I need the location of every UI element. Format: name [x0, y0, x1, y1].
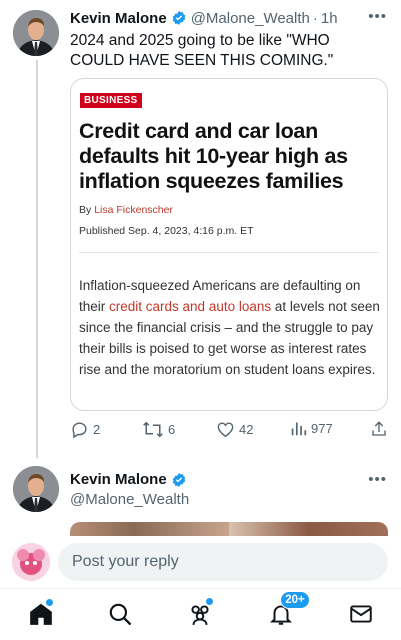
communities-unread-dot: [206, 598, 213, 605]
retweet-button[interactable]: 6: [142, 420, 175, 439]
home-unread-dot: [46, 599, 53, 606]
share-icon: [372, 421, 386, 436]
retweet-count: 6: [168, 422, 176, 437]
thread-connector-line: [36, 60, 38, 458]
byline-author: Lisa Fickenscher: [94, 204, 173, 216]
messages-envelope-icon: [350, 605, 372, 623]
article-excerpt: Inflation-squeezed Americans are default…: [79, 275, 381, 380]
verified-badge-icon: [171, 10, 187, 26]
tweet-header: Kevin Malone @Malone_Wealth · 1h •••: [70, 8, 387, 28]
search-icon: [109, 603, 131, 625]
views-button[interactable]: 977: [290, 420, 333, 437]
views-chart-icon: [291, 422, 307, 436]
nav-messages[interactable]: [348, 601, 374, 627]
reply-composer-bar: [0, 536, 401, 588]
byline-prefix: By: [79, 204, 92, 216]
card-divider: [79, 252, 379, 253]
author-avatar-second[interactable]: [13, 466, 59, 512]
nav-notifications[interactable]: 20+: [268, 591, 310, 627]
author-avatar[interactable]: [13, 10, 59, 56]
view-count: 977: [311, 421, 333, 436]
current-user-avatar[interactable]: [12, 543, 50, 581]
article-link-card[interactable]: BUSINESS Credit card and car loan defaul…: [70, 78, 388, 411]
more-options-icon[interactable]: •••: [368, 8, 387, 25]
reply-count: 2: [93, 422, 101, 437]
tweet-text: 2024 and 2025 going to be like "WHO COUL…: [70, 32, 334, 69]
tweet-action-bar: 2 6 42 977: [70, 420, 388, 440]
nav-search[interactable]: [107, 601, 133, 627]
article-published-date: Published Sep. 4, 2023, 4:16 p.m. ET: [79, 225, 254, 237]
bottom-navigation: 20+: [0, 588, 401, 640]
like-button[interactable]: 42: [216, 420, 253, 439]
second-tweet-author[interactable]: Kevin Malone: [70, 471, 187, 488]
author-name[interactable]: Kevin Malone: [70, 10, 167, 27]
reply-button[interactable]: 2: [70, 420, 100, 439]
like-count: 42: [239, 422, 254, 437]
article-headline: Credit card and car loan defaults hit 10…: [79, 119, 348, 193]
second-author-handle[interactable]: @Malone_Wealth: [70, 491, 189, 508]
nav-communities[interactable]: [187, 598, 213, 627]
share-button[interactable]: [370, 420, 388, 438]
reply-icon: [72, 422, 87, 439]
retweet-icon: [143, 421, 163, 438]
reply-input[interactable]: [58, 543, 388, 581]
separator-dot: ·: [312, 9, 318, 27]
nav-home[interactable]: [28, 599, 54, 627]
author-handle[interactable]: @Malone_Wealth: [191, 10, 310, 27]
heart-icon: [217, 422, 234, 438]
tweet-timestamp[interactable]: 1h: [321, 10, 338, 27]
more-options-icon-second[interactable]: •••: [368, 471, 387, 488]
article-byline: By Lisa Fickenscher: [79, 204, 173, 216]
notifications-count-badge: 20+: [280, 591, 310, 609]
category-badge: BUSINESS: [80, 93, 142, 108]
second-author-name: Kevin Malone: [70, 471, 167, 488]
excerpt-link: credit cards and auto loans: [109, 299, 272, 314]
verified-badge-icon: [171, 472, 187, 488]
